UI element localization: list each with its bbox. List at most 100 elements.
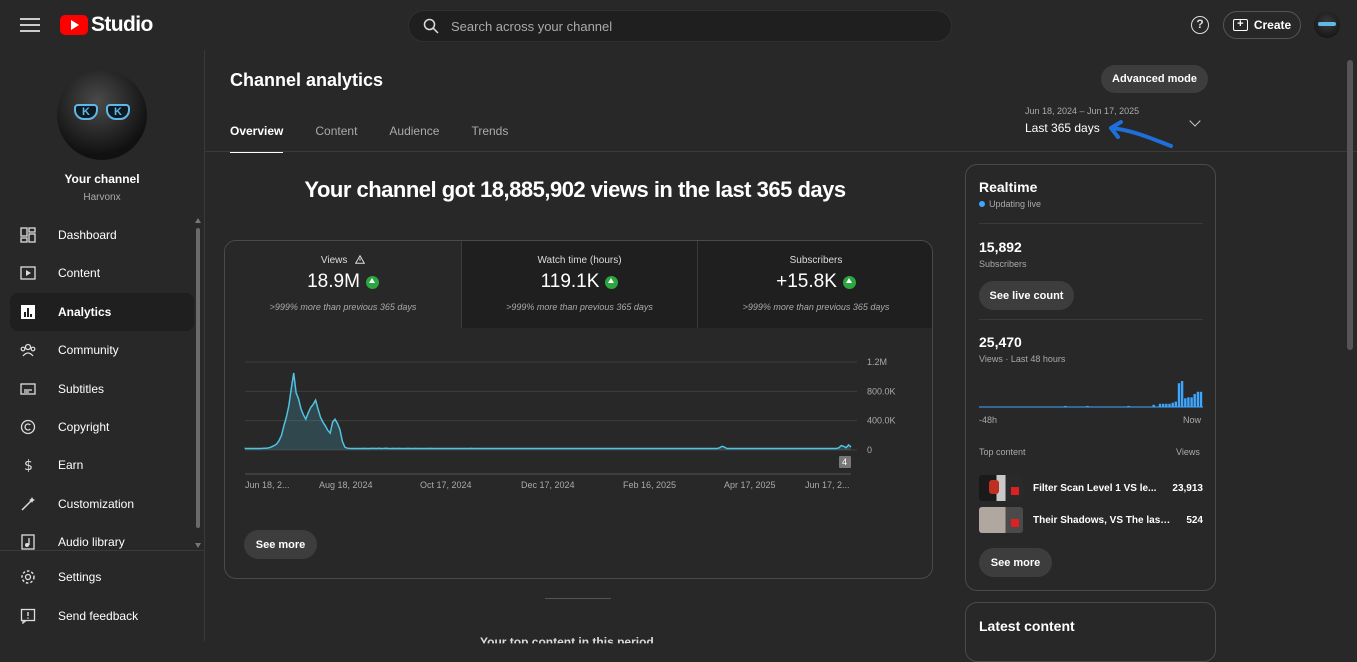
earn-icon: $ xyxy=(24,458,33,473)
top-content-row[interactable]: Filter Scan Level 1 VS le... 23,913 xyxy=(979,474,1203,502)
latest-content-card: Latest content xyxy=(965,602,1216,662)
realtime-status: Updating live xyxy=(979,199,1041,209)
realtime-bar[interactable] xyxy=(1177,383,1181,407)
top-content-title: Filter Scan Level 1 VS le... xyxy=(1033,482,1157,494)
main-content: Channel analytics Advanced mode Overview… xyxy=(205,50,1357,662)
tab-audience[interactable]: Audience xyxy=(389,124,439,153)
axis-right-label: Now xyxy=(1183,415,1202,425)
search-bar[interactable] xyxy=(408,10,952,42)
realtime-bar[interactable] xyxy=(1162,403,1165,408)
sidebar-item-label: Settings xyxy=(58,570,102,584)
create-button[interactable]: + Create xyxy=(1223,11,1301,39)
sidebar-item-analytics[interactable]: Analytics xyxy=(10,292,194,331)
top-content-views: 524 xyxy=(1186,514,1203,526)
avatar-glass-right xyxy=(106,104,130,120)
metric-views[interactable]: Views 18.9M >999% more than previous 365… xyxy=(225,241,461,328)
realtime-bar[interactable] xyxy=(1158,403,1162,408)
realtime-bar[interactable] xyxy=(1180,381,1184,407)
realtime-bar[interactable] xyxy=(1064,405,1067,407)
realtime-bar[interactable] xyxy=(1171,402,1174,407)
account-avatar[interactable] xyxy=(1314,12,1340,38)
sidebar-scroll-thumb[interactable] xyxy=(196,228,200,528)
metric-subscribers-compare: >999% more than previous 365 days xyxy=(742,302,890,312)
sidebar-item-copyright[interactable]: Copyright xyxy=(10,408,194,446)
realtime-bar[interactable] xyxy=(1193,394,1196,407)
section-divider xyxy=(545,598,611,599)
sidebar-item-subtitles[interactable]: Subtitles xyxy=(10,370,194,408)
realtime-bar[interactable] xyxy=(1199,391,1203,407)
annotation-marker[interactable]: 4 xyxy=(839,456,851,468)
help-icon[interactable]: ? xyxy=(1191,16,1209,34)
sidebar-item-content[interactable]: Content xyxy=(10,254,194,292)
x-tick-label: Oct 17, 2024 xyxy=(420,480,472,490)
top-content-row[interactable]: Their Shadows, VS The last... 524 xyxy=(979,506,1203,534)
main-scroll-thumb[interactable] xyxy=(1347,60,1353,350)
trend-up-icon xyxy=(365,275,379,289)
metric-watch-time[interactable]: Watch time (hours) 119.1K >999% more tha… xyxy=(461,241,697,328)
create-plus-icon: + xyxy=(1232,19,1248,31)
tab-overview[interactable]: Overview xyxy=(230,124,284,153)
scroll-down-arrow[interactable] xyxy=(195,543,201,548)
metric-watch-time-title: Watch time (hours) xyxy=(537,255,622,266)
axis-left-label: -48h xyxy=(979,415,998,425)
warning-icon xyxy=(354,254,366,264)
sidebar-item-audio-library[interactable]: Audio library xyxy=(10,523,194,561)
realtime-bar[interactable] xyxy=(1174,401,1177,407)
dashboard-icon xyxy=(20,227,36,243)
realtime-bar[interactable] xyxy=(1127,405,1130,407)
views-headline: Your channel got 18,885,902 views in the… xyxy=(304,177,846,202)
realtime-bar[interactable] xyxy=(1190,397,1193,408)
realtime-bar[interactable] xyxy=(1196,391,1200,407)
y-tick-label: 0 xyxy=(867,445,872,455)
realtime-bar[interactable] xyxy=(1168,403,1171,408)
metric-views-title: Views xyxy=(320,255,348,266)
realtime-bar[interactable] xyxy=(1184,398,1187,407)
see-more-button[interactable]: See more xyxy=(244,530,317,559)
realtime-bar[interactable] xyxy=(1086,405,1089,407)
tab-content[interactable]: Content xyxy=(315,124,357,153)
search-input[interactable] xyxy=(451,18,911,34)
thumbnail-flag-icon xyxy=(1011,487,1019,495)
realtime-bar[interactable] xyxy=(1187,397,1190,408)
sidebar-item-send-feedback[interactable]: Send feedback xyxy=(10,597,194,635)
sidebar-item-label: Send feedback xyxy=(58,609,139,623)
views-line-chart[interactable]: 1.2M 800.0K 400.0K 0 Jun 18, 2... Aug 18, 202… xyxy=(225,351,933,521)
views-column-label: Views xyxy=(1176,447,1200,457)
y-tick-label: 400.0K xyxy=(867,416,896,426)
search-icon xyxy=(423,18,439,34)
tab-trends[interactable]: Trends xyxy=(471,124,508,153)
realtime-bar[interactable] xyxy=(1165,403,1168,408)
realtime-see-more-button[interactable]: See more xyxy=(979,548,1052,577)
sidebar-item-earn[interactable]: $ Earn xyxy=(10,446,194,484)
metric-subscribers[interactable]: Subscribers +15.8K >999% more than previ… xyxy=(697,241,932,328)
advanced-mode-button[interactable]: Advanced mode xyxy=(1101,65,1208,93)
realtime-subscribers-label: Subscribers xyxy=(979,259,1027,269)
sidebar-item-label: Community xyxy=(58,343,119,358)
sidebar-item-dashboard[interactable]: Dashboard xyxy=(10,216,194,254)
top-content-label: Top content xyxy=(979,447,1026,457)
see-live-count-button[interactable]: See live count xyxy=(979,281,1074,310)
trend-up-icon xyxy=(842,275,856,289)
youtube-logo-icon xyxy=(60,15,88,35)
customization-icon xyxy=(21,496,35,511)
views-area xyxy=(245,373,851,450)
sidebar-item-community[interactable]: Community xyxy=(10,331,194,369)
annotation-arrow-icon xyxy=(1109,120,1173,148)
sidebar-item-customization[interactable]: Customization xyxy=(10,485,194,523)
realtime-views-label: Views · Last 48 hours xyxy=(979,354,1066,364)
tab-bar: Overview Content Audience Trends xyxy=(230,124,540,153)
trend-up-icon xyxy=(605,275,619,289)
menu-icon[interactable] xyxy=(18,14,42,36)
sidebar-item-settings[interactable]: Settings xyxy=(10,558,194,596)
sidebar-scrollbar[interactable] xyxy=(195,218,201,548)
x-tick-label: Jun 18, 2... xyxy=(245,480,290,490)
realtime-bar-chart[interactable] xyxy=(979,379,1204,409)
channel-avatar[interactable] xyxy=(57,70,147,160)
metric-subscribers-value: +15.8K xyxy=(776,271,837,292)
realtime-bar[interactable] xyxy=(1152,404,1155,407)
studio-logo[interactable]: Studio xyxy=(60,13,153,37)
metric-views-compare: >999% more than previous 365 days xyxy=(269,302,417,312)
scroll-up-arrow[interactable] xyxy=(195,218,201,223)
latest-content-title: Latest content xyxy=(979,618,1075,634)
thumbnail-flag-icon xyxy=(1011,519,1019,527)
